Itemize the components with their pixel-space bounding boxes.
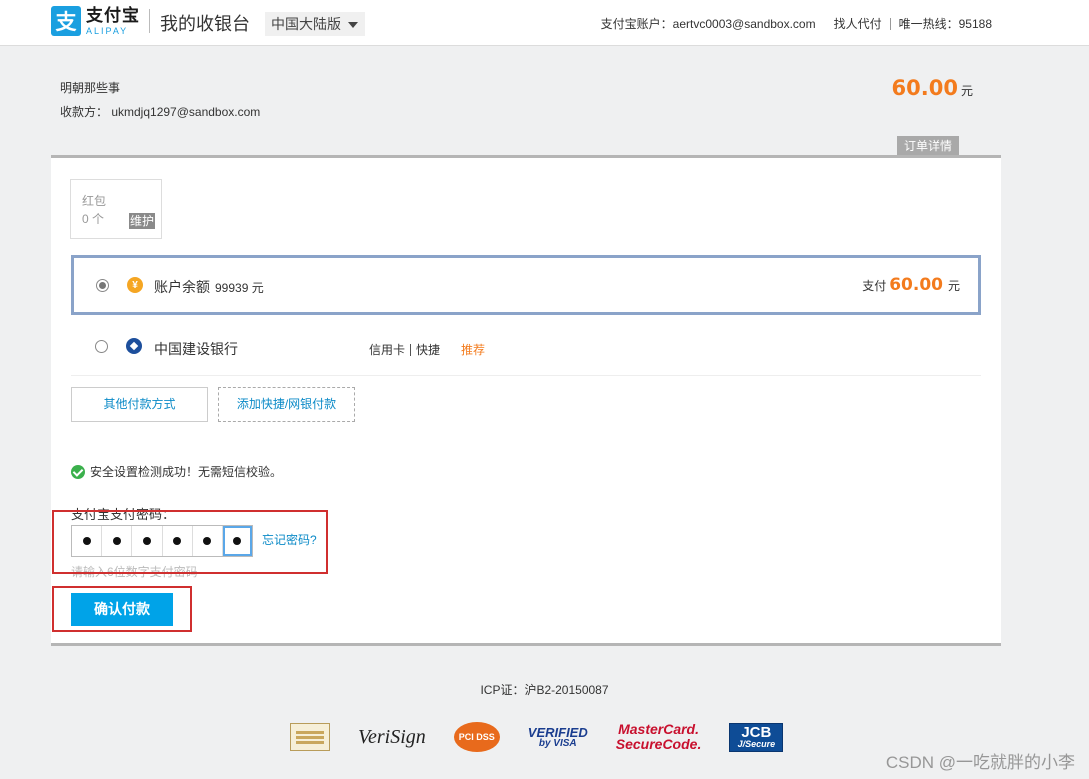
express-label: 快捷: [416, 343, 441, 357]
order-amount-value: 60.00: [891, 76, 958, 100]
alipay-logo[interactable]: 支 支付宝 ALIPAY: [51, 6, 140, 36]
other-payment-methods-button[interactable]: 其他付款方式: [71, 387, 208, 422]
page-title: 我的收银台: [160, 14, 250, 34]
order-amount-unit: 元: [960, 84, 973, 98]
verisign-badge: VeriSign: [358, 725, 426, 748]
security-check-message: 安全设置检测成功！无需短信校验。: [71, 463, 282, 480]
order-detail-tab[interactable]: 订单详情: [897, 136, 959, 156]
alipay-logo-icon: 支: [51, 6, 81, 36]
proxy-pay-link[interactable]: 找人代付: [834, 15, 882, 32]
balance-radio[interactable]: [96, 279, 109, 292]
order-name: 明朝那些事: [60, 81, 121, 95]
security-badges: VeriSign PCI DSS VERIFIED by VISA Master…: [290, 722, 811, 752]
account-label: 支付宝账户：aertvc0003@sandbox.com: [600, 17, 816, 31]
pay-prefix: 支付: [862, 279, 887, 293]
top-header: 支 支付宝 ALIPAY 我的收银台 中国大陆版 支付宝账户：aertvc000…: [0, 0, 1089, 46]
security-message-text: 安全设置检测成功！无需短信校验。: [90, 465, 283, 479]
hotline-text: 唯一热线：95188: [898, 17, 992, 31]
region-select[interactable]: 中国大陆版: [265, 12, 365, 36]
bank-payment-option[interactable]: 中国建设银行 信用卡 快捷 推荐: [71, 318, 981, 376]
header-divider: [149, 9, 150, 33]
header-account-bar: 支付宝账户：aertvc0003@sandbox.com 找人代付 唯一热线：9…: [601, 15, 992, 32]
pci-dss-badge: PCI DSS: [453, 722, 500, 752]
jcb-jsecure-badge: JCB J/Secure: [729, 722, 784, 752]
balance-payment-option[interactable]: ¥ 账户余额 99939 元 支付 60.00 元: [71, 255, 981, 315]
recommend-badge: 推荐: [461, 343, 486, 357]
region-select-label: 中国大陆版: [271, 16, 341, 32]
balance-label: 账户余额: [154, 279, 210, 295]
logo-english-text: ALIPAY: [86, 25, 129, 36]
yuan-coin-icon: ¥: [127, 277, 143, 293]
bank-card-types: 信用卡 快捷: [369, 341, 440, 358]
logo-chinese-text: 支付宝: [86, 5, 140, 25]
add-payment-method-button[interactable]: 添加快捷/网银付款: [218, 387, 355, 422]
check-circle-icon: [71, 464, 85, 479]
verified-by-visa-badge: VERIFIED by VISA: [527, 724, 588, 749]
password-highlight-box: [52, 510, 328, 574]
bank-radio[interactable]: [95, 340, 108, 353]
pay-amount-unit: 元: [947, 279, 960, 293]
maintenance-badge: 维护: [129, 213, 156, 229]
ccb-bank-icon: [126, 338, 142, 354]
bank-name: 中国建设银行: [154, 341, 238, 357]
caret-down-icon: [348, 22, 358, 28]
balance-pay-amount: 支付 60.00 元: [862, 275, 960, 295]
red-packet-title: 红包: [82, 194, 107, 208]
red-packet-count: 0 个: [82, 212, 105, 226]
balance-value: 99939 元: [215, 281, 264, 295]
confirm-highlight-box: [52, 586, 192, 632]
certificate-badge-icon: [290, 723, 330, 751]
header-separator: [889, 17, 891, 30]
mastercard-securecode-badge: MasterCard. SecureCode.: [615, 721, 702, 752]
order-amount: 60.00 元: [892, 76, 973, 100]
pay-amount-value: 60.00: [889, 275, 943, 295]
csdn-watermark: CSDN @一吃就胖的小李: [885, 753, 1075, 772]
credit-card-label: 信用卡: [369, 343, 406, 357]
payee-text: 收款方： ukmdjq1297@sandbox.com: [60, 105, 261, 119]
icp-license: ICP证：沪B2-20150087: [480, 683, 609, 697]
red-packet-card[interactable]: 红包 0 个 维护: [70, 179, 162, 239]
